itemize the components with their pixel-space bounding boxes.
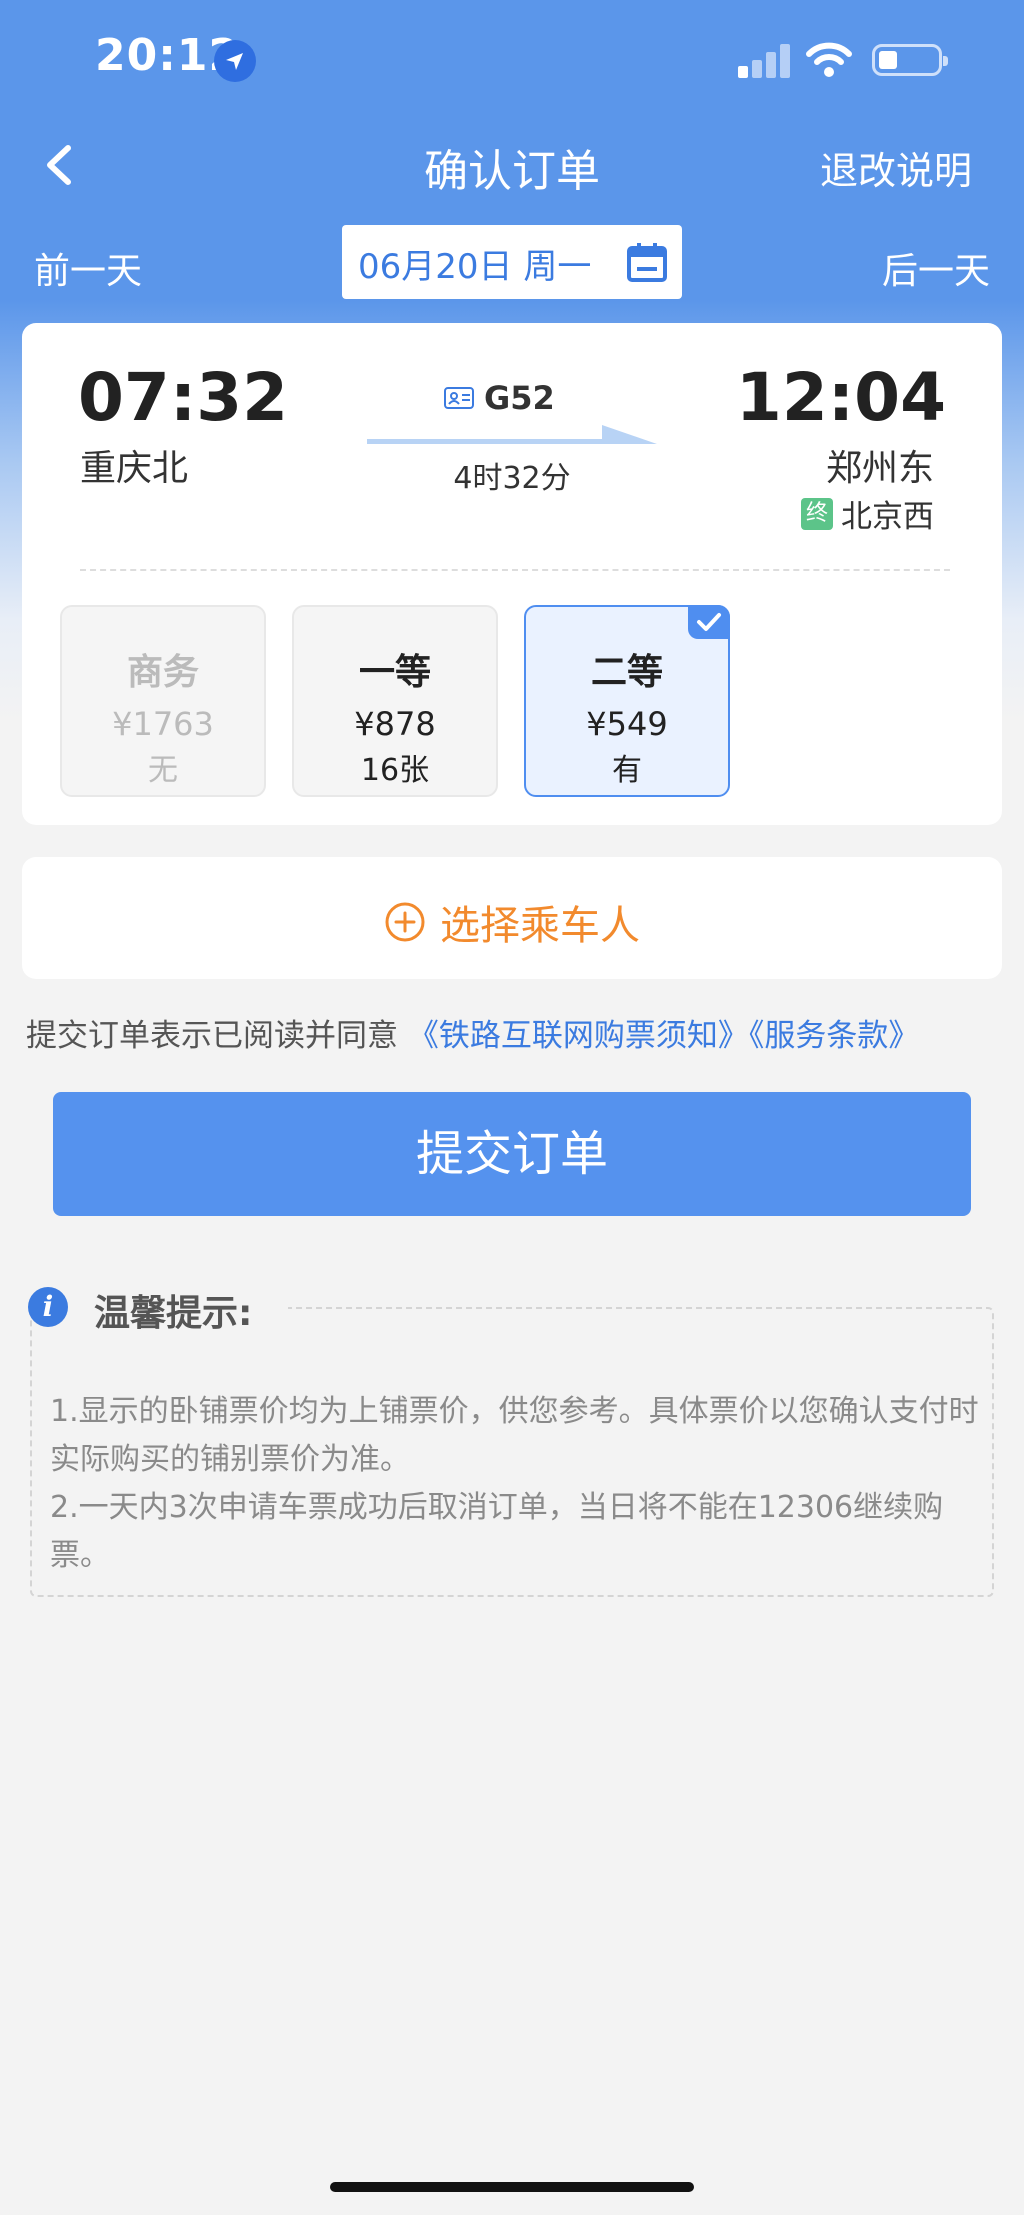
- terminal-badge: 终: [801, 497, 833, 530]
- tip-item: 2.一天内3次申请车票成功后取消订单，当日将不能在12306继续购票。: [50, 1490, 944, 1573]
- arrival-time: 12:04: [735, 359, 946, 436]
- status-bar: 20:12: [0, 0, 1024, 120]
- info-icon: i: [28, 1287, 68, 1327]
- home-indicator[interactable]: [330, 2182, 694, 2192]
- terminal-station-name: 北京西: [841, 499, 934, 535]
- terminal-station: 终 北京西: [801, 491, 934, 536]
- tip-item: 1.显示的卧铺票价均为上铺票价，供您参考。具体票价以您确认支付时实际购买的铺别票…: [50, 1394, 979, 1477]
- seat-class: 一等: [358, 652, 431, 693]
- select-passenger-button[interactable]: 选择乘车人: [22, 857, 1002, 979]
- agreement-statement: 提交订单表示已阅读并同意: [26, 1018, 398, 1054]
- seat-availability: 无: [148, 753, 178, 788]
- date-label: 06月20日 周一: [358, 247, 592, 287]
- checkmark-icon: [688, 605, 730, 639]
- seat-option-second-class[interactable]: 二等 ¥549 有: [524, 605, 730, 797]
- divider: [80, 569, 950, 571]
- location-arrow-icon: [214, 40, 256, 82]
- id-card-icon: [444, 387, 474, 409]
- terms-of-service-link[interactable]: 《服务条款》: [749, 1018, 920, 1054]
- tips-title: 温馨提示:: [94, 1293, 253, 1334]
- train-number[interactable]: G52: [444, 379, 555, 417]
- wifi-icon: [805, 40, 853, 78]
- purchase-notice-link[interactable]: 《铁路互联网购票须知》: [408, 1018, 749, 1054]
- battery-icon: [872, 44, 948, 76]
- submit-order-button[interactable]: 提交订单: [53, 1092, 971, 1216]
- seat-availability: 16张: [360, 753, 430, 788]
- next-day-button[interactable]: 后一天: [882, 242, 990, 294]
- seat-price: ¥1763: [112, 705, 214, 743]
- refund-change-info-link[interactable]: 退改说明: [820, 140, 972, 195]
- train-number-label: G52: [484, 379, 555, 417]
- arrival-station: 郑州东: [825, 448, 934, 489]
- cellular-signal-icon: [738, 42, 792, 78]
- date-selector[interactable]: 06月20日 周一: [342, 225, 682, 299]
- calendar-icon: [626, 241, 668, 283]
- agreement-text: 提交订单表示已阅读并同意 《铁路互联网购票须知》《服务条款》: [26, 1010, 919, 1055]
- departure-time: 07:32: [78, 359, 289, 436]
- prev-day-button[interactable]: 前一天: [34, 242, 142, 294]
- train-info-card: 07:32 重庆北 G52 4时32分 12:04 郑州东 终 北京西 商务 ¥…: [22, 323, 1002, 825]
- seat-price: ¥549: [586, 705, 668, 743]
- select-passenger-label: 选择乘车人: [440, 903, 640, 949]
- seat-availability: 有: [612, 753, 642, 788]
- seat-class: 商务: [126, 652, 199, 693]
- seat-class: 二等: [590, 652, 663, 693]
- seat-option-first-class[interactable]: 一等 ¥878 16张: [292, 605, 498, 797]
- seat-price: ¥878: [354, 705, 436, 743]
- direction-arrow-icon: [367, 425, 657, 444]
- add-circle-icon: [385, 902, 425, 942]
- seat-option-business[interactable]: 商务 ¥1763 无: [60, 605, 266, 797]
